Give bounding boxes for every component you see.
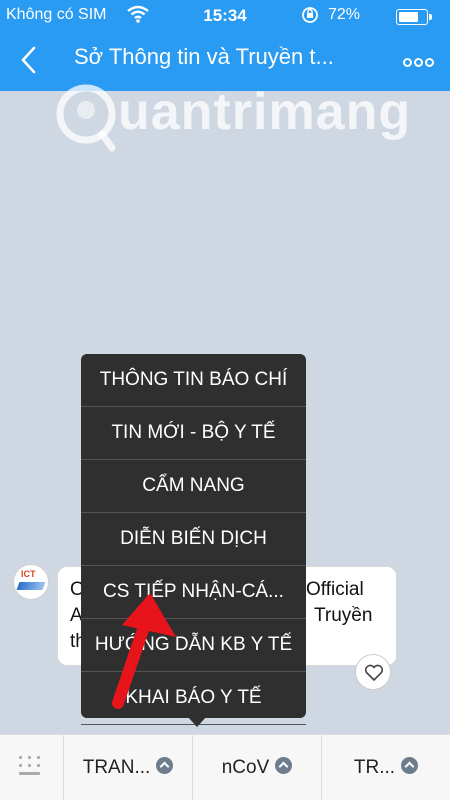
menu-item-thong-tin-bao-chi[interactable]: THÔNG TIN BÁO CHÍ xyxy=(81,354,306,407)
popup-menu: THÔNG TIN BÁO CHÍ TIN MỚI - BỘ Y TẾ CẨM … xyxy=(81,354,306,727)
back-button[interactable] xyxy=(14,42,44,78)
status-bar: Không có SIM 15:34 72% xyxy=(0,0,450,32)
avatar[interactable]: ICT xyxy=(13,564,49,600)
rotation-lock-icon xyxy=(300,5,320,30)
menu-item-cs-tiep-nhan[interactable]: CS TIẾP NHẬN-CÁ... xyxy=(81,566,306,619)
menu-item-tin-moi-bo-y-te[interactable]: TIN MỚI - BỘ Y TẾ xyxy=(81,407,306,460)
chevron-up-icon xyxy=(401,757,419,775)
chevron-up-icon xyxy=(156,757,174,775)
watermark: uantrimang xyxy=(48,78,410,158)
message-text-official: Official xyxy=(306,579,364,600)
page-title: Sở Thông tin và Truyền t... xyxy=(74,44,334,69)
popup-pointer xyxy=(187,716,207,727)
like-button[interactable] xyxy=(355,654,391,690)
battery-percent: 72% xyxy=(328,6,361,23)
bottom-menu-bar: TRAN... nCoV TR... xyxy=(0,734,450,800)
bottom-menu-tr[interactable]: TR... xyxy=(322,735,450,800)
bottom-menu-tran[interactable]: TRAN... xyxy=(64,735,192,800)
message-text-truyen: Truyền xyxy=(314,605,373,626)
heart-icon xyxy=(364,664,384,681)
clock: 15:34 xyxy=(203,6,247,25)
more-dots-icon[interactable] xyxy=(403,54,443,68)
bottom-menu-ncov[interactable]: nCoV xyxy=(193,735,321,800)
menu-item-cam-nang[interactable]: CẨM NANG xyxy=(81,460,306,513)
menu-item-huong-dan-kb-y-te[interactable]: HƯỚNG DẪN KB Y TẾ xyxy=(81,619,306,672)
battery-icon xyxy=(396,9,432,25)
keyboard-icon[interactable] xyxy=(14,754,48,780)
menu-item-dien-bien-dich[interactable]: DIỄN BIẾN DỊCH xyxy=(81,513,306,566)
chevron-up-icon xyxy=(275,757,293,775)
watermark-text: uantrimang xyxy=(118,83,412,141)
